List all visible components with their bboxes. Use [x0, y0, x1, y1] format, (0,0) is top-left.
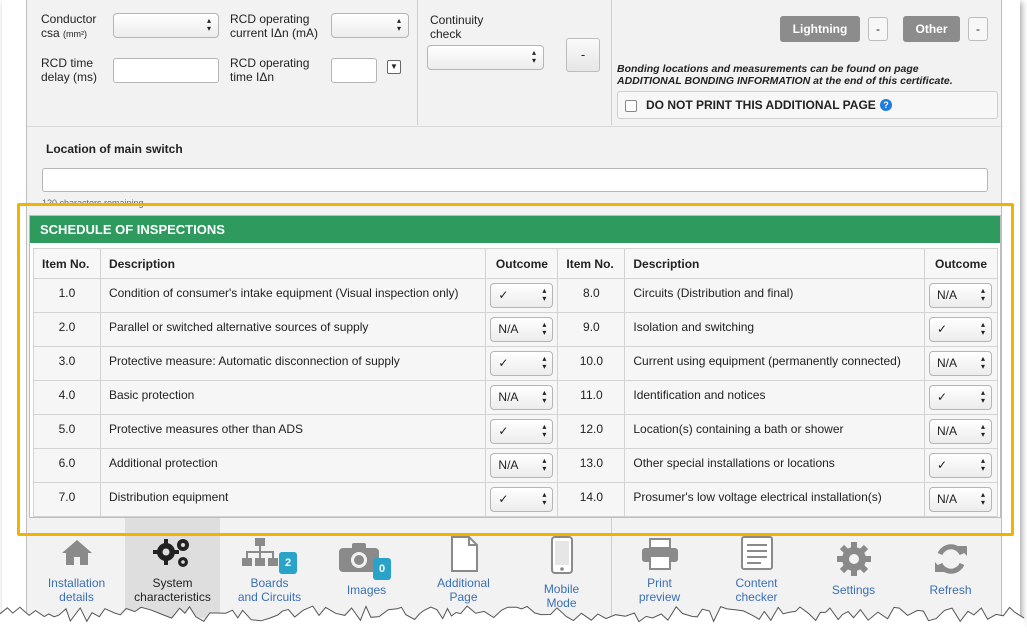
screenshot-frame: Conductor csa (mm²) RCD operatingcurrent…	[2, 0, 1020, 626]
checklist-icon	[740, 536, 773, 570]
divider	[417, 0, 418, 125]
rcd-time-input[interactable]	[331, 58, 377, 83]
printer-icon	[641, 538, 678, 570]
phone-icon	[550, 536, 573, 574]
rcd-current-select[interactable]	[331, 13, 409, 38]
images-count-badge: 0	[373, 558, 391, 580]
rcd-time-label: RCD operating time IΔn	[230, 56, 310, 84]
rcd-time-delay-input[interactable]	[113, 58, 219, 83]
lightning-button[interactable]: Lightning	[780, 16, 860, 42]
bonding-note: Bonding locations and measurements can b…	[617, 63, 953, 87]
continuity-check-select[interactable]	[427, 45, 544, 70]
continuity-dash-button[interactable]: -	[566, 38, 600, 72]
conductor-csa-select[interactable]	[113, 13, 219, 38]
divider	[27, 126, 1003, 127]
lightning-remove-button[interactable]: -	[868, 17, 888, 41]
conductor-csa-label: Conductor csa (mm²)	[41, 12, 97, 40]
help-icon[interactable]: ?	[880, 99, 892, 111]
gear-icon	[836, 542, 871, 576]
torn-edge	[0, 605, 1027, 634]
do-not-print-checkbox[interactable]	[625, 100, 637, 112]
rcd-time-delay-label: RCD time delay (ms)	[41, 56, 98, 84]
gears-icon	[152, 539, 189, 567]
other-remove-button[interactable]: -	[968, 17, 988, 41]
do-not-print-label: DO NOT PRINT THIS ADDITIONAL PAGE	[646, 98, 876, 112]
main-switch-input[interactable]	[42, 168, 988, 192]
boards-icon	[242, 538, 278, 566]
highlight-box	[17, 203, 1014, 536]
main-switch-label: Location of main switch	[46, 142, 183, 156]
other-button[interactable]: Other	[903, 16, 960, 42]
dropdown-toggle-icon[interactable]: ▼	[387, 60, 401, 74]
do-not-print-row: DO NOT PRINT THIS ADDITIONAL PAGE ?	[617, 91, 998, 119]
house-icon	[61, 540, 92, 565]
divider	[611, 0, 612, 125]
page-icon	[450, 536, 478, 572]
rcd-current-label: RCD operating current IΔn (mA)	[230, 12, 319, 40]
boards-count-badge: 2	[279, 552, 297, 574]
refresh-icon	[934, 544, 967, 574]
continuity-check-label: Continuity check	[430, 13, 484, 41]
